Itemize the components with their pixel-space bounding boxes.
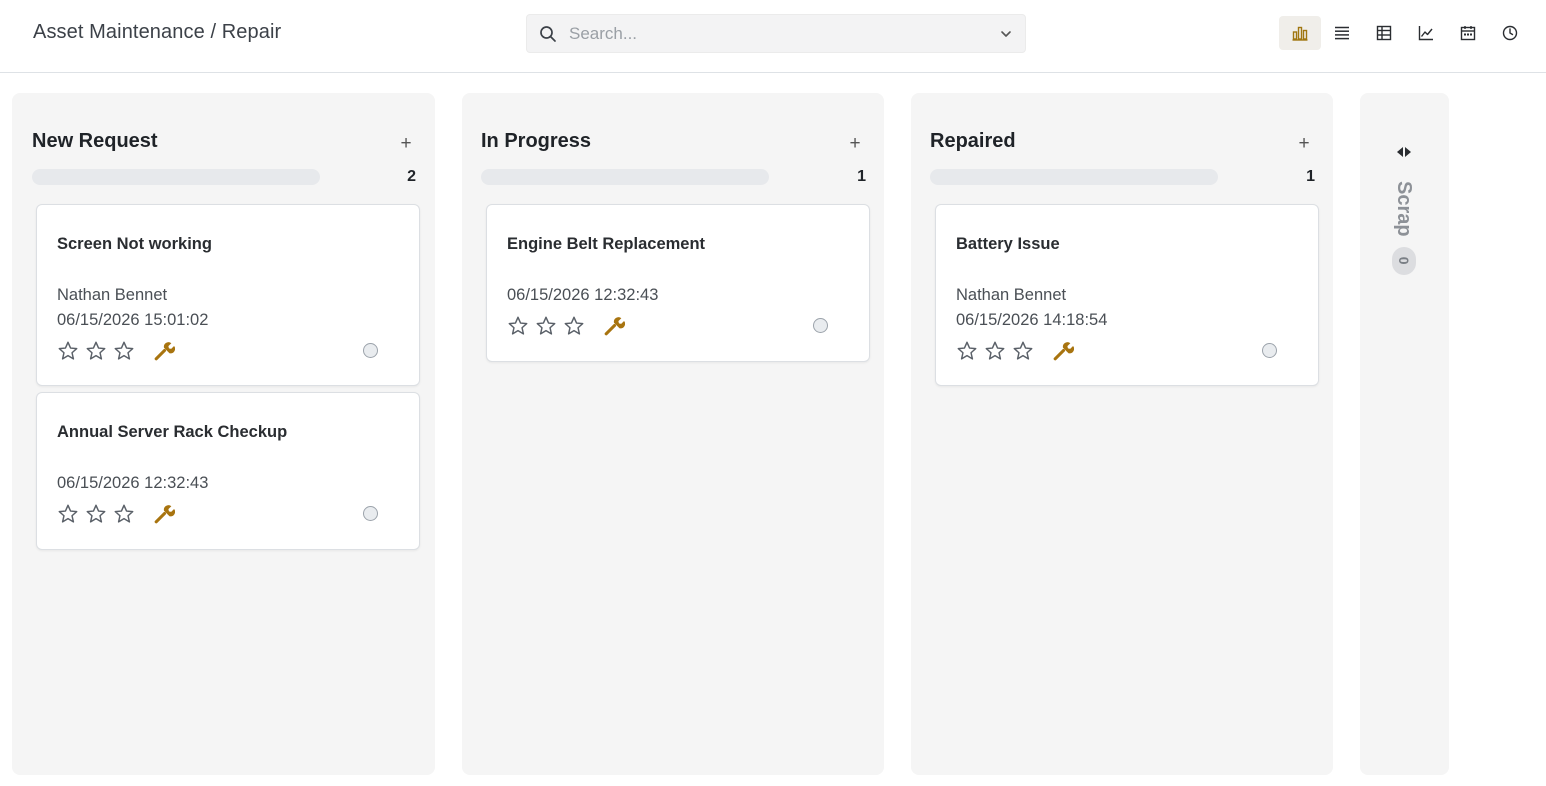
list-icon	[1335, 26, 1349, 40]
view-switcher	[1279, 16, 1531, 50]
card-user: Nathan Bennet	[956, 286, 1067, 304]
star-icon[interactable]	[535, 315, 557, 337]
star-icon[interactable]	[85, 340, 107, 362]
kanban-view-button[interactable]	[1279, 16, 1321, 50]
status-indicator[interactable]	[813, 318, 828, 333]
star-icon[interactable]	[57, 503, 79, 525]
list-view-button[interactable]	[1321, 16, 1363, 50]
status-indicator[interactable]	[363, 343, 378, 358]
quick-create-button[interactable]: +	[845, 134, 865, 154]
quick-create-button[interactable]: +	[396, 134, 416, 154]
column-progress-bar	[930, 169, 1218, 185]
card-title: Engine Belt Replacement	[507, 235, 706, 253]
star-icon[interactable]	[57, 340, 79, 362]
folded-column-count: 0	[1392, 246, 1416, 275]
card-date: 06/15/2026 12:32:43	[57, 474, 209, 492]
priority-widget	[956, 340, 1034, 362]
star-icon[interactable]	[1012, 340, 1034, 362]
card-date: 06/15/2026 14:18:54	[956, 311, 1108, 329]
kanban-card[interactable]: Engine Belt Replacement 06/15/2026 12:32…	[486, 204, 870, 362]
quick-create-button[interactable]: +	[1294, 134, 1314, 154]
kanban-column-scrap-folded[interactable]: Scrap 0	[1360, 93, 1449, 775]
column-progress-bar	[32, 169, 320, 185]
card-title: Screen Not working	[57, 235, 212, 253]
chevron-down-icon[interactable]	[999, 27, 1013, 41]
star-icon[interactable]	[113, 503, 135, 525]
column-count: 1	[1306, 168, 1315, 185]
star-icon[interactable]	[507, 315, 529, 337]
control-panel: Asset Maintenance / Repair	[0, 0, 1546, 73]
star-icon[interactable]	[85, 503, 107, 525]
kanban-column-in-progress	[462, 93, 884, 775]
status-indicator[interactable]	[1262, 343, 1277, 358]
calendar-view-button[interactable]	[1447, 16, 1489, 50]
star-icon[interactable]	[113, 340, 135, 362]
search-icon	[540, 26, 556, 42]
card-date: 06/15/2026 12:32:43	[507, 286, 659, 304]
column-title[interactable]: Repaired	[930, 130, 1016, 153]
column-count: 2	[407, 168, 416, 185]
folded-column-title: Scrap	[1393, 181, 1416, 237]
graph-view-button[interactable]	[1405, 16, 1447, 50]
card-date: 06/15/2026 15:01:02	[57, 311, 209, 329]
column-count: 1	[857, 168, 866, 185]
activity-view-button[interactable]	[1489, 16, 1531, 50]
priority-widget	[57, 340, 135, 362]
search-input[interactable]	[569, 23, 989, 45]
unfold-arrows-icon[interactable]	[1394, 144, 1414, 160]
card-title: Battery Issue	[956, 235, 1060, 253]
wrench-icon[interactable]	[1052, 340, 1074, 362]
kanban-card[interactable]: Annual Server Rack Checkup 06/15/2026 12…	[36, 392, 420, 550]
star-icon[interactable]	[563, 315, 585, 337]
column-title[interactable]: In Progress	[481, 130, 591, 153]
priority-widget	[507, 315, 585, 337]
card-title: Annual Server Rack Checkup	[57, 423, 288, 441]
breadcrumb[interactable]: Asset Maintenance / Repair	[33, 21, 281, 44]
wrench-icon[interactable]	[153, 340, 175, 362]
priority-widget	[57, 503, 135, 525]
kanban-column-repaired	[911, 93, 1333, 775]
star-icon[interactable]	[956, 340, 978, 362]
search-bar[interactable]	[526, 14, 1026, 53]
card-user: Nathan Bennet	[57, 286, 168, 304]
calendar-icon	[1460, 26, 1476, 41]
pivot-icon	[1376, 25, 1392, 41]
wrench-icon[interactable]	[153, 503, 175, 525]
graph-icon	[1418, 26, 1433, 41]
clock-icon	[1502, 25, 1518, 41]
column-progress-bar	[481, 169, 769, 185]
pivot-view-button[interactable]	[1363, 16, 1405, 50]
kanban-card[interactable]: Screen Not working Nathan Bennet 06/15/2…	[36, 204, 420, 386]
folded-column-label: Scrap 0	[1392, 181, 1416, 275]
star-icon[interactable]	[984, 340, 1006, 362]
status-indicator[interactable]	[363, 506, 378, 521]
kanban-card[interactable]: Battery Issue Nathan Bennet 06/15/2026 1…	[935, 204, 1319, 386]
kanban-icon	[1292, 26, 1308, 41]
column-title[interactable]: New Request	[32, 130, 158, 153]
wrench-icon[interactable]	[603, 315, 625, 337]
